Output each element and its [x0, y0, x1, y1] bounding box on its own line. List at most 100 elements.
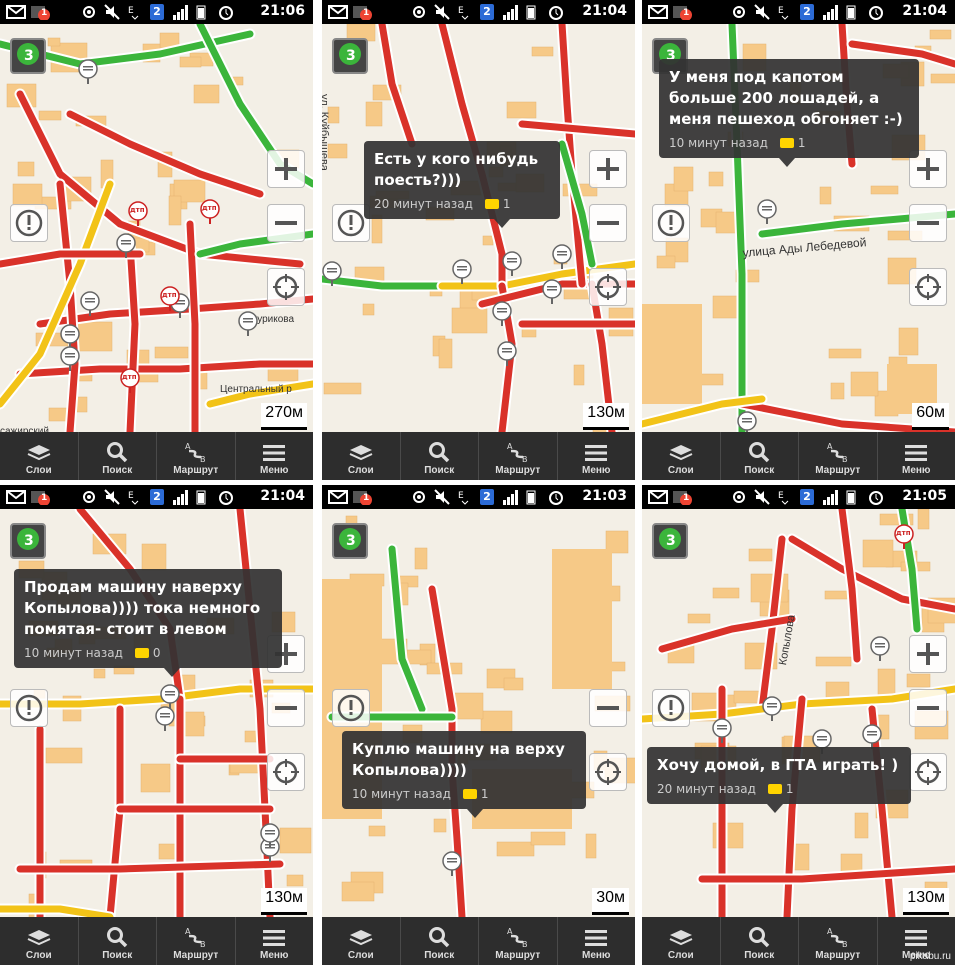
route-button[interactable]: AB Маршрут	[799, 432, 878, 480]
chat-pin-icon[interactable]	[237, 311, 259, 337]
zoom-in-button[interactable]	[589, 150, 627, 188]
chat-pin-icon[interactable]	[79, 291, 101, 317]
chat-pin-icon[interactable]	[441, 851, 463, 877]
exclamation-icon	[656, 205, 686, 241]
chat-pin-icon[interactable]	[761, 696, 783, 722]
map-canvas[interactable]: Центральный рСуриковасажирскийдтпдтпдтпд…	[0, 24, 313, 432]
accident-pin-label: дтп	[162, 291, 177, 299]
building	[871, 186, 898, 194]
zoom-out-button[interactable]	[589, 204, 627, 242]
menu-button[interactable]: Меню	[558, 917, 636, 965]
chat-pin-icon[interactable]	[322, 261, 343, 287]
menu-button[interactable]: Меню	[236, 432, 314, 480]
layers-button[interactable]: Слои	[322, 432, 401, 480]
search-button[interactable]: Поиск	[79, 917, 158, 965]
chat-message-popup[interactable]: Куплю машину на верху Копылова)))) 10 ми…	[342, 731, 586, 809]
building	[531, 832, 565, 845]
traffic-level-button[interactable]: 3	[332, 38, 368, 74]
accident-pin-icon[interactable]: дтп	[199, 199, 221, 225]
search-button[interactable]: Поиск	[401, 917, 480, 965]
my-location-button[interactable]	[909, 753, 947, 791]
data-network-icon: E	[458, 489, 472, 505]
layers-button[interactable]: Слои	[642, 432, 721, 480]
message-text: У меня под капотом больше 200 лошадей, а…	[669, 67, 909, 130]
menu-button[interactable]: Меню	[558, 432, 636, 480]
menu-icon	[583, 443, 609, 463]
layers-button[interactable]: Слои	[322, 917, 401, 965]
map-canvas[interactable]: 330м	[322, 509, 635, 917]
chat-pin-icon[interactable]	[77, 59, 99, 85]
gps-icon	[80, 489, 98, 505]
chat-pin-icon[interactable]	[501, 251, 523, 277]
search-button[interactable]: Поиск	[79, 432, 158, 480]
zoom-out-button[interactable]	[267, 204, 305, 242]
exclamation-icon	[336, 205, 366, 241]
comment-icon	[780, 138, 794, 148]
search-button[interactable]: Поиск	[721, 917, 800, 965]
mail-icon	[648, 489, 668, 505]
chat-pin-icon[interactable]	[59, 346, 81, 372]
layers-button[interactable]: Слои	[642, 917, 721, 965]
accident-pin-icon[interactable]: дтп	[159, 286, 181, 312]
chat-pin-icon[interactable]	[869, 636, 891, 662]
report-event-button[interactable]	[10, 689, 48, 727]
traffic-level-button[interactable]: 3	[332, 523, 368, 559]
chat-message-popup[interactable]: Продам машину наверху Копылова)))) тока …	[14, 569, 282, 668]
my-location-button[interactable]	[267, 268, 305, 306]
chat-pin-icon[interactable]	[159, 684, 181, 710]
building	[831, 383, 844, 399]
chat-pin-icon[interactable]	[551, 244, 573, 270]
accident-pin-icon[interactable]: дтп	[119, 368, 141, 394]
menu-button[interactable]: Меню	[878, 432, 955, 480]
chat-pin-icon[interactable]	[496, 341, 518, 367]
search-button[interactable]: Поиск	[401, 432, 480, 480]
my-location-button[interactable]	[267, 753, 305, 791]
menu-button[interactable]: Меню	[236, 917, 314, 965]
accident-pin-icon[interactable]: дтп	[893, 524, 915, 550]
zoom-out-button[interactable]	[909, 689, 947, 727]
route-button[interactable]: AB Маршрут	[157, 432, 236, 480]
zoom-in-button[interactable]	[909, 635, 947, 673]
route-button[interactable]: AB Маршрут	[799, 917, 878, 965]
my-location-button[interactable]	[589, 753, 627, 791]
accident-pin-icon[interactable]: дтп	[127, 201, 149, 227]
layers-icon	[26, 928, 52, 948]
chat-pin-icon[interactable]	[541, 279, 563, 305]
zoom-out-button[interactable]	[589, 689, 627, 727]
my-location-button[interactable]	[589, 268, 627, 306]
chat-pin-icon[interactable]	[115, 233, 137, 259]
map-canvas[interactable]: Копыловадтп3130м	[642, 509, 955, 917]
zoom-out-button[interactable]	[267, 689, 305, 727]
search-button[interactable]: Поиск	[721, 432, 800, 480]
route-icon: AB	[825, 926, 851, 948]
report-event-button[interactable]	[10, 204, 48, 242]
report-event-button[interactable]	[652, 204, 690, 242]
traffic-level-button[interactable]: 3	[652, 523, 688, 559]
layers-icon	[668, 928, 694, 948]
chat-pin-icon[interactable]	[711, 718, 733, 744]
route-button[interactable]: AB Маршрут	[157, 917, 236, 965]
message-age: 10 минут назад	[24, 646, 123, 660]
map-canvas[interactable]: ул. Куйбышева3130м	[322, 24, 635, 432]
my-location-button[interactable]	[909, 268, 947, 306]
report-event-button[interactable]	[332, 689, 370, 727]
traffic-level-button[interactable]: 3	[10, 38, 46, 74]
chat-message-popup[interactable]: Хочу домой, в ГТА играть! ) 20 минут наз…	[647, 747, 911, 804]
chat-pin-icon[interactable]	[756, 199, 778, 225]
search-icon	[106, 926, 128, 948]
notification-count: 1	[683, 8, 689, 18]
chat-pin-icon[interactable]	[491, 301, 513, 327]
chat-message-popup[interactable]: Есть у кого нибудь поесть?))) 20 минут н…	[364, 141, 560, 219]
chat-message-popup[interactable]: У меня под капотом больше 200 лошадей, а…	[659, 59, 919, 158]
route-button[interactable]: AB Маршрут	[479, 917, 558, 965]
route-button[interactable]: AB Маршрут	[479, 432, 558, 480]
building	[816, 657, 851, 666]
report-event-button[interactable]	[652, 689, 690, 727]
traffic-level-button[interactable]: 3	[10, 523, 46, 559]
layers-button[interactable]: Слои	[0, 917, 79, 965]
layers-button[interactable]: Слои	[0, 432, 79, 480]
chat-pin-icon[interactable]	[259, 823, 281, 849]
zoom-out-button[interactable]	[909, 204, 947, 242]
chat-pin-icon[interactable]	[451, 259, 473, 285]
zoom-in-button[interactable]	[267, 150, 305, 188]
